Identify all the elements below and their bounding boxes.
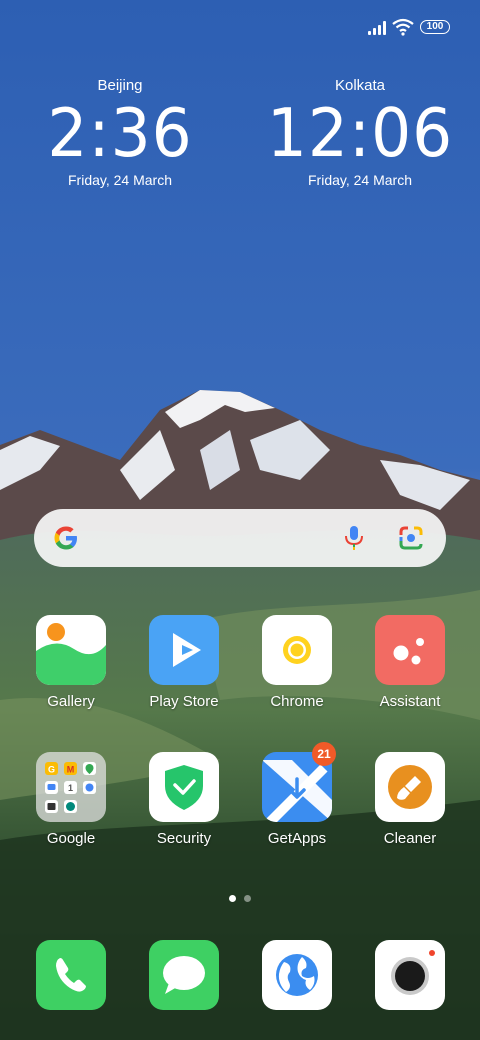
svg-text:M: M (67, 765, 75, 775)
clock-date: Friday, 24 March (68, 172, 172, 188)
wifi-icon (392, 18, 414, 36)
status-bar: 100 (0, 0, 480, 56)
app-chrome[interactable]: Chrome (242, 615, 352, 712)
clock-widget-beijing[interactable]: Beijing 2:36 Friday, 24 March (20, 74, 220, 190)
app-label: GetApps (267, 830, 327, 847)
app-label: Security (156, 830, 212, 847)
app-label: Cleaner (383, 830, 437, 847)
page-indicator (0, 895, 480, 903)
gallery-icon (36, 615, 106, 685)
cleaner-brush-icon (375, 752, 445, 822)
app-label: Chrome (270, 693, 324, 710)
dock-browser[interactable] (242, 940, 352, 1010)
app-label: Assistant (379, 693, 441, 710)
browser-icon (262, 940, 332, 1010)
clock-widget-kolkata[interactable]: Kolkata 12:06 Friday, 24 March (260, 74, 460, 190)
assistant-icon (375, 615, 445, 685)
app-getapps[interactable]: 21 GetApps (242, 742, 352, 849)
google-folder-icon: G M 1 (36, 752, 106, 822)
app-label: Play Store (149, 693, 219, 710)
clock-time: 12:06 (266, 94, 454, 172)
dock-phone[interactable] (16, 940, 126, 1010)
google-g-icon[interactable] (52, 524, 80, 552)
app-label: Google (46, 830, 96, 847)
app-gallery[interactable]: Gallery (16, 615, 126, 712)
app-play-store[interactable]: Play Store (129, 615, 239, 712)
messages-icon (149, 940, 219, 1010)
svg-text:G: G (48, 765, 55, 775)
chrome-icon (262, 615, 332, 685)
phone-icon (36, 940, 106, 1010)
page-dot (244, 895, 251, 902)
dock-messages[interactable] (129, 940, 239, 1010)
security-shield-icon (149, 752, 219, 822)
microphone-icon[interactable] (343, 524, 365, 552)
dock-camera[interactable] (355, 940, 465, 1010)
clock-time: 2:36 (47, 94, 193, 172)
app-assistant[interactable]: Assistant (355, 615, 465, 712)
svg-text:1: 1 (68, 783, 73, 793)
app-cleaner[interactable]: Cleaner (355, 752, 465, 849)
notification-badge: 21 (312, 742, 336, 766)
page-dot-active (229, 895, 236, 902)
google-search-bar[interactable] (34, 509, 446, 567)
app-folder-google[interactable]: G M 1 Google (16, 752, 126, 849)
camera-icon (375, 940, 445, 1010)
cell-signal-icon (368, 21, 388, 35)
google-lens-icon[interactable] (398, 525, 424, 551)
app-label: Gallery (47, 693, 95, 710)
clock-date: Friday, 24 March (308, 172, 412, 188)
app-security[interactable]: Security (129, 752, 239, 849)
battery-indicator: 100 (420, 20, 450, 34)
play-store-icon (149, 615, 219, 685)
